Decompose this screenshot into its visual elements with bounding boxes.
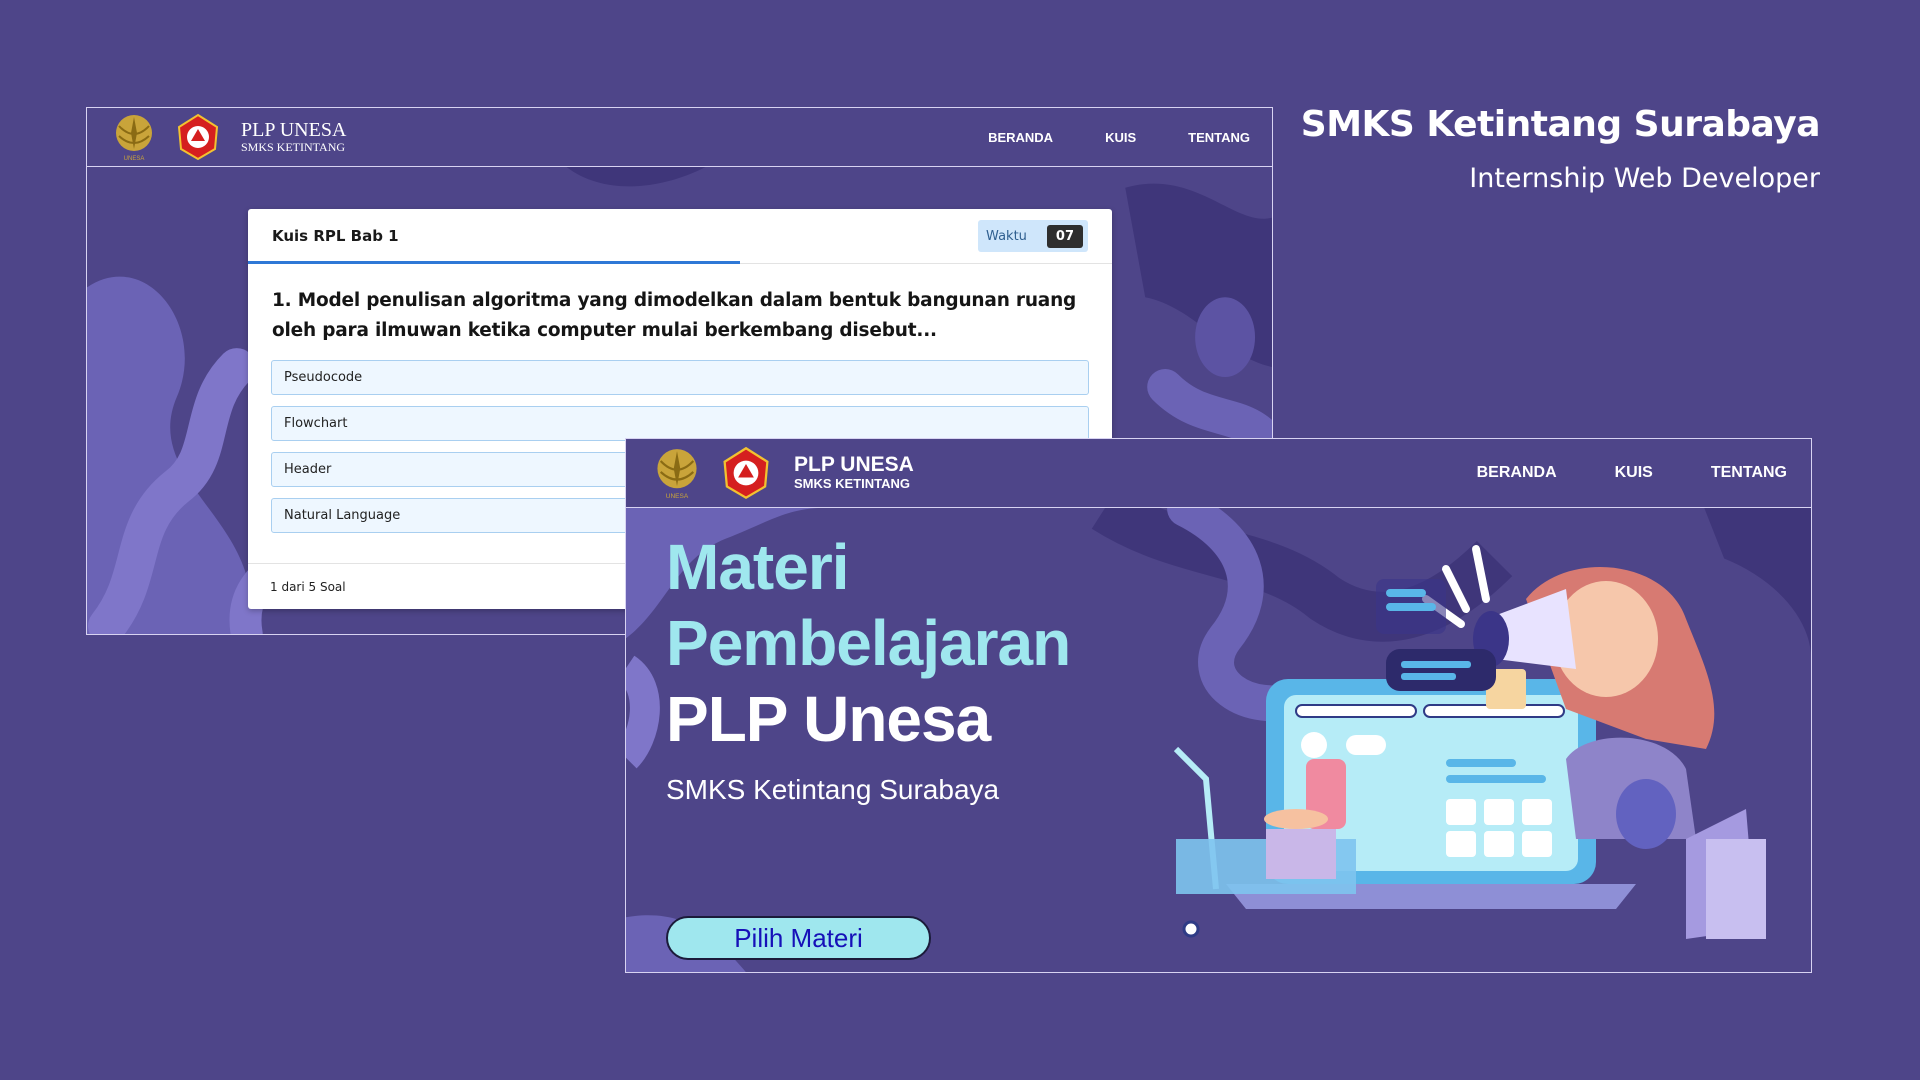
brand-subtitle: SMKS KETINTANG	[241, 140, 346, 154]
brand-name: PLP UNESA	[794, 453, 914, 476]
nav-beranda[interactable]: BERANDA	[988, 130, 1053, 145]
hero-heading-line1: Materi	[666, 531, 850, 603]
answer-option[interactable]: Pseudocode	[271, 360, 1089, 395]
page-caption: SMKS Ketintang Surabaya Internship Web D…	[1300, 104, 1821, 194]
pilih-materi-button[interactable]: Pilih Materi	[666, 916, 931, 960]
hero-heading: Materi Pembelajaran PLP Unesa	[666, 529, 1071, 757]
question-counter: 1 dari 5 Soal	[270, 579, 346, 594]
brand: PLP UNESA SMKS KETINTANG	[794, 454, 914, 492]
nav-tentang[interactable]: TENTANG	[1711, 464, 1787, 482]
materi-page-screenshot: UNESA PLP UNESA SMKS KETINTANG BERANDA K…	[625, 438, 1812, 973]
caption-title: SMKS Ketintang Surabaya	[1300, 104, 1821, 145]
timer-label: Waktu	[986, 228, 1027, 244]
nav-beranda[interactable]: BERANDA	[1477, 464, 1557, 482]
quiz-question: 1. Model penulisan algoritma yang dimode…	[272, 290, 1077, 341]
nav-links: BERANDA KUIS TENTANG	[1419, 464, 1787, 482]
quiz-timer: Waktu 07	[978, 220, 1088, 252]
quiz-title: Kuis RPL Bab 1	[272, 227, 399, 245]
quiz-header: Kuis RPL Bab 1 Waktu 07	[248, 209, 1112, 264]
brand: PLP UNESA SMKS KETINTANG	[241, 120, 346, 154]
nav-kuis[interactable]: KUIS	[1615, 464, 1653, 482]
nav-links: BERANDA KUIS TENTANG	[936, 130, 1250, 145]
nav-tentang[interactable]: TENTANG	[1188, 130, 1250, 145]
caption-subtitle: Internship Web Developer	[1469, 163, 1820, 194]
unesa-logo-text: UNESA	[124, 156, 145, 162]
hero-heading-line2: Pembelajaran	[666, 607, 1071, 679]
quiz-progress-bar	[248, 261, 741, 264]
hero-subheading: SMKS Ketintang Surabaya	[666, 774, 1000, 805]
school-logo-icon[interactable]	[720, 446, 772, 500]
unesa-logo-icon[interactable]: UNESA	[111, 112, 157, 162]
nav-kuis[interactable]: KUIS	[1105, 130, 1136, 145]
unesa-logo-icon[interactable]: UNESA	[652, 445, 702, 501]
unesa-logo-text: UNESA	[666, 493, 689, 500]
answer-option[interactable]: Flowchart	[271, 406, 1089, 441]
hero-illustration	[1173, 545, 1766, 939]
timer-value: 07	[1046, 224, 1083, 248]
navbar: UNESA PLP UNESA SMKS KETINTANG BERANDA K…	[626, 439, 1811, 508]
brand-subtitle: SMKS KETINTANG	[794, 476, 911, 491]
hero-heading-line3: PLP Unesa	[666, 683, 991, 755]
navbar: UNESA PLP UNESA SMKS KETINTANG BERANDA K…	[87, 108, 1272, 167]
brand-name: PLP UNESA	[241, 119, 347, 141]
school-logo-icon[interactable]	[175, 113, 221, 161]
